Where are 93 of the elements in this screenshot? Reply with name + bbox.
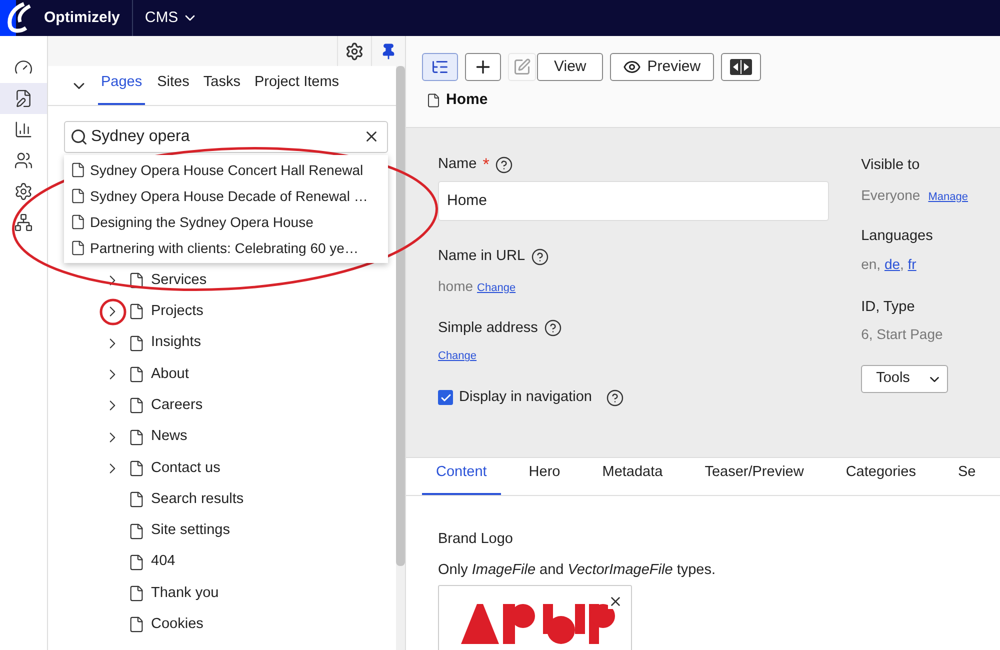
page-icon [128,334,145,352]
settings-icon [345,42,364,60]
pin-icon [380,42,397,60]
help-icon[interactable] [495,156,514,174]
page-icon [70,240,86,256]
nav-checkbox[interactable] [438,390,453,406]
add-button[interactable] [465,53,501,81]
manage-link[interactable]: Manage [928,188,968,206]
panel-tab[interactable]: Project Items [252,72,342,105]
field-hint: Only ImageFile and VectorImageFile types. [438,560,717,580]
compare-button[interactable] [720,53,761,81]
content-tab[interactable]: Se [944,462,990,495]
url-value: home [438,276,474,296]
edit-icon [513,58,531,76]
page-icon [128,397,145,414]
field-label: Name [438,155,477,174]
page-icon [128,522,145,540]
id-type-value: 6, Start Page [861,325,944,344]
page-icon [70,162,86,178]
page-icon [128,491,145,508]
content-tab[interactable]: Metadata [588,462,677,495]
tree-item[interactable]: About [48,358,396,390]
page-icon [128,366,145,384]
page-title: Home [446,90,488,110]
users-icon [14,151,33,170]
page-icon [128,616,145,634]
info-label: Visible to [861,156,921,175]
page-icon [70,188,86,204]
tree-item[interactable]: Thank you [48,578,396,610]
field-label: Brand Logo [438,530,514,549]
name-field[interactable]: Home [438,180,829,221]
settings-icon [14,182,33,201]
tools-dropdown[interactable]: Tools [861,365,948,394]
language-text: en, [861,254,882,274]
required-mark: * [482,156,490,174]
page-icon [128,460,145,477]
panel-tab[interactable]: Tasks [201,72,242,105]
content-tab[interactable]: Content [422,462,501,495]
field-label: Name in URL [438,246,526,266]
language-link[interactable]: fr [908,254,916,274]
content-tab[interactable]: Hero [514,462,574,495]
tree-item[interactable]: Search results [48,484,396,516]
tree-icon [431,58,449,76]
product-menu[interactable]: CMS [144,6,198,30]
page-icon [128,428,145,446]
suggestion-item[interactable]: Sydney Opera House Decade of Renewal … [64,183,388,209]
suggestion-item[interactable]: Designing the Sydney Opera House [64,209,388,235]
view-button[interactable]: View [537,53,604,81]
sitemap-icon [14,213,33,232]
page-icon [70,214,86,230]
page-icon [128,272,145,290]
tree-item[interactable]: Contact us [48,452,396,484]
suggestion-item[interactable]: Partnering with clients: Celebrating 60 ye… [64,235,388,261]
tree-toggle-button[interactable] [422,53,458,81]
panel-tab[interactable]: Pages [98,72,146,105]
checkbox-label: Display in navigation [459,388,592,407]
field-label: Simple address [438,318,538,338]
info-label: ID, Type [861,298,916,316]
preview-button[interactable]: Preview [610,53,714,81]
eye-icon [623,58,642,76]
help-icon[interactable] [544,319,562,338]
tree-item[interactable]: News [48,421,396,453]
tree-item[interactable]: Services [48,265,396,296]
tree-item[interactable]: Insights [48,328,396,359]
info-label: Languages [861,226,934,246]
tree-item[interactable]: 404 [48,546,396,578]
page-icon [128,585,145,602]
page-icon [128,554,145,571]
page-icon [128,303,145,320]
compare-icon [730,59,752,75]
content-tab[interactable]: Teaser/Preview [690,462,818,495]
edit-page-icon [14,89,33,108]
content-tab[interactable]: Categories [832,462,930,495]
chart-icon [14,120,33,139]
change-link[interactable]: Change [438,348,477,365]
language-link[interactable]: de [884,254,900,274]
panel-tab[interactable]: Sites [155,72,192,105]
tree-item[interactable]: Cookies [48,609,396,641]
language-text: , [900,254,905,274]
search-field[interactable]: Sydney opera [64,121,388,153]
annotation-circle [100,298,126,326]
search-icon [70,128,88,146]
brand-name: Optimizely [44,8,120,28]
visibility-value: Everyone [861,186,920,205]
tree-item[interactable]: Projects [48,296,396,328]
page-icon [426,92,441,108]
tree-item[interactable]: Site settings [48,515,396,547]
help-icon[interactable] [531,248,550,266]
help-icon[interactable] [606,388,624,407]
suggestion-item[interactable]: Sydney Opera House Concert Hall Renewal [64,157,388,183]
change-link[interactable]: Change [477,280,516,296]
tree-item[interactable]: Careers [48,390,396,422]
edit-nav-item[interactable] [0,83,47,114]
